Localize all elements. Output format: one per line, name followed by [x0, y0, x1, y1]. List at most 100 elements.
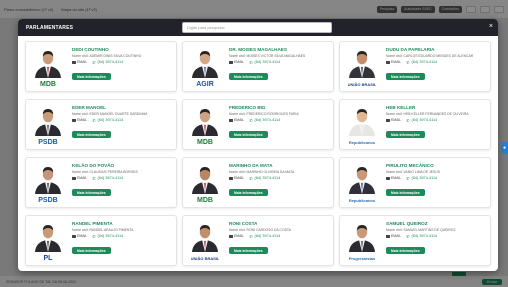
more-info-button[interactable]: Mais Informações	[72, 247, 111, 254]
email-label: EMAIL	[391, 234, 402, 238]
more-info-button[interactable]: Mais Informações	[72, 189, 111, 196]
parlamentares-modal: PARLAMENTARES × MDB DEDI COUTINHO Nome c…	[18, 19, 498, 271]
parlamentar-name[interactable]: RANDEL PIMENTA	[72, 221, 176, 227]
card-info: DEDI COUTINHO Nome civil: ADEMIR DINIS S…	[72, 47, 176, 83]
envelope-icon	[386, 60, 390, 64]
more-info-button[interactable]: Mais Informações	[229, 131, 268, 138]
party-logo-text: MDB	[197, 197, 213, 204]
parlamentar-card: UNIÃO BRASIL DUDU DA PAPELARIA Nome civi…	[339, 41, 491, 92]
contacts-row: EMAIL ✆ (64) 3974-4114	[386, 176, 490, 181]
phone-icon: ✆	[249, 175, 253, 181]
email-link[interactable]: EMAIL	[72, 176, 87, 180]
parlamentar-name[interactable]: KELÃO DO POVÃO	[72, 163, 176, 169]
contacts-row: EMAIL ✆ (64) 3974-4114	[386, 60, 490, 65]
portrait-photo	[32, 46, 64, 78]
card-info: PIRULITO MECÂNICO Nome civil: VANIO LIMA…	[386, 163, 490, 199]
email-link[interactable]: EMAIL	[229, 234, 244, 238]
phone-number: (64) 3974-4114	[411, 118, 438, 122]
phone-number: (64) 3974-4114	[254, 60, 281, 64]
parlamentar-name[interactable]: SAMUEL QUEIROZ	[386, 221, 490, 227]
email-link[interactable]: EMAIL	[386, 118, 401, 122]
email-label: EMAIL	[234, 234, 245, 238]
parlamentar-name[interactable]: DR. MOISES MAGALHAES	[229, 47, 333, 53]
search-input[interactable]	[182, 22, 332, 33]
party-logo-text: UNIÃO BRASIL	[348, 82, 376, 87]
chat-icon: ●	[502, 145, 507, 151]
phone-number: (64) 3974-4114	[97, 60, 124, 64]
more-info-button[interactable]: Mais Informações	[386, 189, 425, 196]
civil-name: Nome civil: EDER MANOEL DUARTE SARDINHA	[72, 112, 148, 116]
party-logo-text: MDB	[197, 139, 213, 146]
contacts-row: EMAIL ✆ (64) 3974-4114	[72, 176, 176, 181]
civil-name: Nome civil: RANDEL ARAUJO PIMENTA	[72, 228, 134, 232]
more-info-button[interactable]: Mais Informações	[386, 131, 425, 138]
phone-link[interactable]: ✆ (64) 3974-4114	[406, 234, 437, 239]
email-link[interactable]: EMAIL	[72, 118, 87, 122]
parlamentar-card: Republicanos HEB KELLER Nome civil: HEB …	[339, 99, 491, 150]
parlamentar-name[interactable]: DUDU DA PAPELARIA	[386, 47, 490, 53]
email-link[interactable]: EMAIL	[229, 176, 244, 180]
civil-name: Nome civil: VANIO LIMA DE JESUS	[386, 170, 441, 174]
card-info: DUDU DA PAPELARIA Nome civil: CARLOS EDU…	[386, 47, 490, 83]
phone-icon: ✆	[249, 233, 253, 239]
party-logo-text: Republicanos	[349, 140, 376, 145]
portrait-photo	[32, 220, 64, 252]
phone-link[interactable]: ✆ (64) 3974-4114	[406, 118, 437, 123]
phone-link[interactable]: ✆ (64) 3974-4114	[249, 234, 280, 239]
email-link[interactable]: EMAIL	[386, 234, 401, 238]
card-info: EDER MANOEL Nome civil: EDER MANOEL DUAR…	[72, 105, 176, 141]
parlamentar-name[interactable]: HEB KELLER	[386, 105, 490, 111]
envelope-icon	[229, 118, 233, 122]
phone-number: (64) 3974-4114	[97, 118, 124, 122]
phone-link[interactable]: ✆ (64) 3974-4114	[92, 176, 123, 181]
parlamentar-name[interactable]: DEDI COUTINHO	[72, 47, 176, 53]
phone-link[interactable]: ✆ (64) 3974-4114	[406, 60, 437, 65]
portrait-photo	[189, 104, 221, 136]
phone-link[interactable]: ✆ (64) 3974-4114	[249, 60, 280, 65]
phone-link[interactable]: ✆ (64) 3974-4114	[92, 60, 123, 65]
email-label: EMAIL	[77, 60, 88, 64]
phone-icon: ✆	[249, 117, 253, 123]
civil-name: Nome civil: ADEMIR DINIS SILVA COUTINHO	[72, 54, 142, 58]
more-info-button[interactable]: Mais Informações	[229, 247, 268, 254]
email-link[interactable]: EMAIL	[72, 60, 87, 64]
phone-link[interactable]: ✆ (64) 3974-4114	[406, 176, 437, 181]
email-link[interactable]: EMAIL	[386, 60, 401, 64]
party-logo-text: Progressistas	[349, 256, 376, 261]
phone-link[interactable]: ✆ (64) 3974-4114	[249, 118, 280, 123]
more-info-button[interactable]: Mais Informações	[386, 73, 425, 80]
parlamentar-name[interactable]: EDER MANOEL	[72, 105, 176, 111]
phone-link[interactable]: ✆ (64) 3974-4114	[92, 118, 123, 123]
more-info-button[interactable]: Mais Informações	[386, 247, 425, 254]
more-info-button[interactable]: Mais Informações	[229, 73, 268, 80]
side-help-tab[interactable]: ●	[501, 142, 508, 154]
parlamentar-name[interactable]: PIRULITO MECÂNICO	[386, 163, 490, 169]
email-link[interactable]: EMAIL	[229, 60, 244, 64]
parlamentar-name[interactable]: RONI COSTA	[229, 221, 333, 227]
phone-link[interactable]: ✆ (64) 3974-4114	[249, 176, 280, 181]
parlamentar-card: Republicanos PIRULITO MECÂNICO Nome civi…	[339, 157, 491, 208]
close-icon[interactable]: ×	[489, 23, 493, 30]
email-link[interactable]: EMAIL	[229, 118, 244, 122]
civil-name: Nome civil: FREDERICO RODRIGUES FARIA	[229, 112, 299, 116]
phone-number: (64) 3974-4114	[254, 234, 281, 238]
card-info: MARINHO DA MATA Nome civil: MARINHO OLIV…	[229, 163, 333, 199]
parlamentar-name[interactable]: FREDERICO BIG	[229, 105, 333, 111]
email-link[interactable]: EMAIL	[72, 234, 87, 238]
portrait-photo	[346, 46, 378, 78]
phone-number: (64) 3974-4114	[254, 118, 281, 122]
phone-link[interactable]: ✆ (64) 3974-4114	[92, 234, 123, 239]
email-link[interactable]: EMAIL	[386, 176, 401, 180]
email-label: EMAIL	[391, 176, 402, 180]
phone-icon: ✆	[249, 59, 253, 65]
email-label: EMAIL	[77, 176, 88, 180]
party-logo: MDB	[191, 136, 219, 147]
parlamentar-name[interactable]: MARINHO DA MATA	[229, 163, 333, 169]
more-info-button[interactable]: Mais Informações	[72, 131, 111, 138]
envelope-icon	[72, 60, 76, 64]
party-logo-text: PSDB	[38, 197, 57, 204]
more-info-button[interactable]: Mais Informações	[72, 73, 111, 80]
portrait-photo	[346, 104, 378, 136]
more-info-button[interactable]: Mais Informações	[229, 189, 268, 196]
envelope-icon	[229, 60, 233, 64]
